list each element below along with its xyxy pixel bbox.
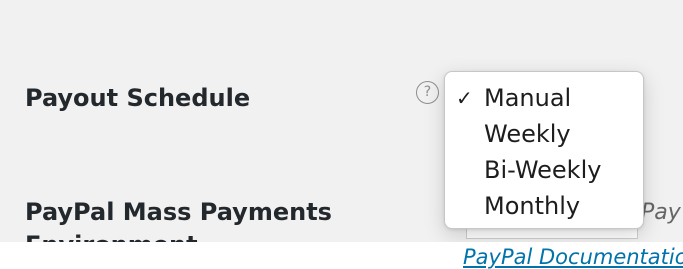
settings-panel: Payout Schedule ? PayPal Mass Payments E… bbox=[0, 0, 683, 259]
dropdown-option-label: Manual bbox=[484, 84, 572, 112]
dropdown-option-label: Weekly bbox=[484, 120, 571, 148]
paypal-side-text: Pay bbox=[641, 200, 681, 225]
payout-schedule-label: Payout Schedule bbox=[25, 84, 251, 112]
checkmark-icon: ✓ bbox=[456, 86, 473, 110]
dropdown-option-monthly[interactable]: Monthly bbox=[445, 188, 643, 224]
help-circle-icon[interactable]: ? bbox=[416, 81, 439, 104]
dropdown-option-manual[interactable]: ✓ Manual bbox=[445, 80, 643, 116]
dropdown-option-label: Bi-Weekly bbox=[484, 156, 602, 184]
payout-schedule-dropdown[interactable]: ✓ Manual Weekly Bi-Weekly Monthly bbox=[444, 71, 644, 229]
paypal-environment-label-line1: PayPal Mass Payments bbox=[25, 198, 332, 226]
dropdown-option-label: Monthly bbox=[484, 192, 581, 220]
dropdown-option-bi-weekly[interactable]: Bi-Weekly bbox=[445, 152, 643, 188]
paypal-documentation-link[interactable]: PayPal Documentatio bbox=[463, 245, 683, 269]
dropdown-option-weekly[interactable]: Weekly bbox=[445, 116, 643, 152]
